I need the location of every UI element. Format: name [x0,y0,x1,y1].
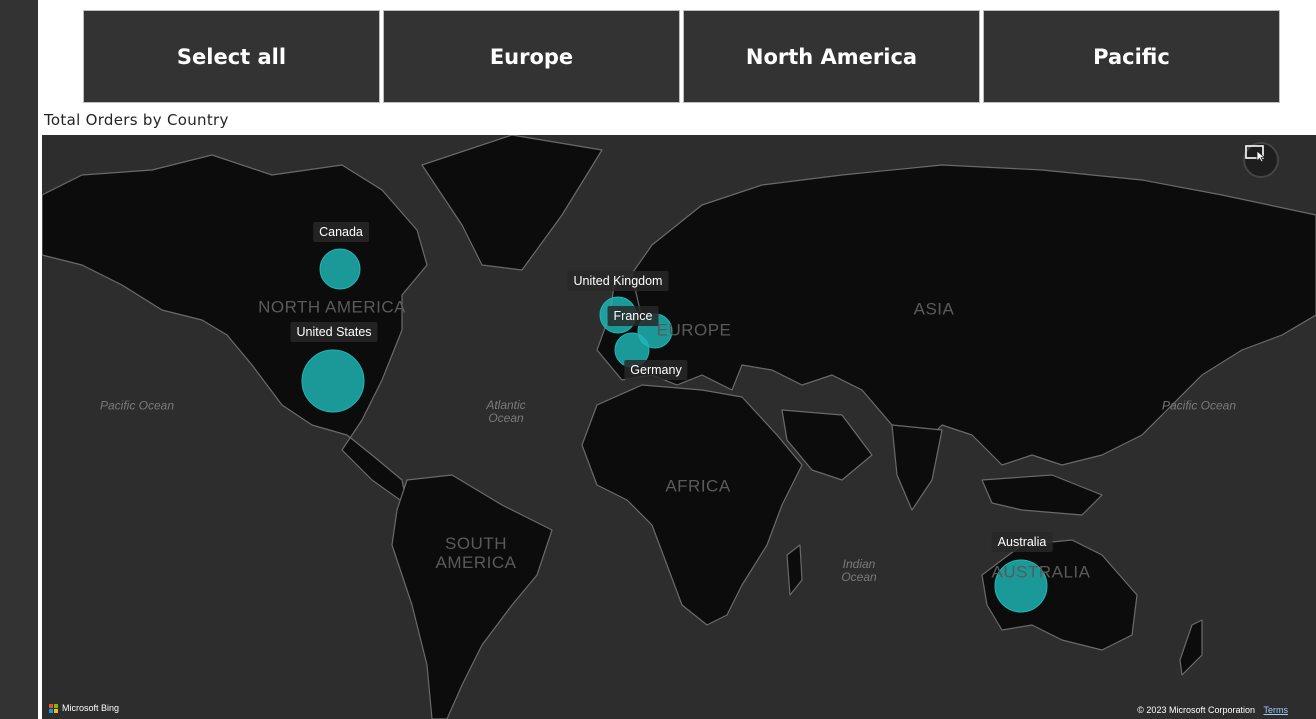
ocean-label-indian-line2: Ocean [841,570,877,584]
region-label-africa: AFRICA [665,476,731,496]
ocean-label-pacific-east: Pacific Ocean [1161,398,1237,413]
region-label-north-america: NORTH AMERICA [258,297,406,317]
bubble-label-australia: Australia [991,532,1053,552]
bing-attribution: Microsoft Bing [49,703,119,713]
bing-brand-text: Microsoft Bing [62,703,120,713]
ocean-label-atlantic-line2: Ocean [488,411,524,425]
microsoft-logo-icon [49,703,58,713]
bubble-label-france: France [607,306,659,326]
landmass-new-zealand [1179,619,1203,676]
copyright-text: © 2023 Microsoft Corporation [1137,705,1255,715]
region-label-asia: ASIA [913,299,955,319]
landmass-greenland [421,135,603,271]
ocean-label-indian: Indian Ocean [841,558,876,584]
map-copyright: © 2023 Microsoft Corporation Terms [1137,705,1288,715]
region-label-south-america-line1: SOUTH [445,534,507,553]
region-label-south-america-line2: AMERICA [435,553,517,572]
bubble-united-states[interactable] [301,349,365,413]
bubble-label-united-states: United States [290,322,378,342]
slicer-pacific-button[interactable]: Pacific [983,10,1280,103]
region-label-south-america: SOUTH AMERICA [436,534,517,572]
slicer-select-all-button[interactable]: Select all [83,10,380,103]
terms-link[interactable]: Terms [1264,705,1289,715]
landmass-madagascar [786,544,803,596]
landmass-africa [581,384,803,626]
world-map [42,135,1316,719]
ocean-label-pacific-west: Pacific Ocean [99,398,175,413]
region-slicer: Select all Europe North America Pacific [83,10,1280,103]
bubble-label-united-kingdom: United Kingdom [567,271,669,291]
region-label-australia: AUSTRALIA [991,562,1091,582]
left-rail [0,0,38,719]
landmass-india [891,424,943,511]
slicer-europe-button[interactable]: Europe [383,10,680,103]
bubble-label-canada: Canada [313,222,369,242]
bubble-canada[interactable] [319,248,361,290]
slicer-north-america-button[interactable]: North America [683,10,980,103]
region-label-europe: EUROPE [656,320,732,340]
visual-title: Total Orders by Country [44,111,229,129]
ocean-label-atlantic: Atlantic Ocean [486,399,525,425]
focus-mode-button[interactable] [1243,142,1279,178]
focus-mode-icon [1245,145,1266,162]
landmass-south-america [391,474,553,719]
landmass-maritime-asia [981,474,1103,516]
map-visual[interactable]: NORTH AMERICA EUROPE ASIA AFRICA SOUTH A… [42,135,1316,719]
bubble-label-germany: Germany [624,360,688,380]
